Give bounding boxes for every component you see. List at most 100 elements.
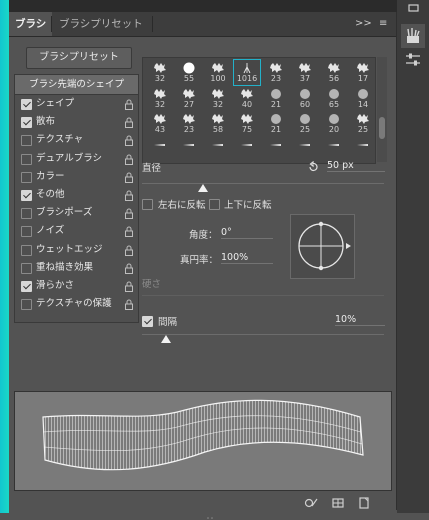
lock-icon[interactable] — [124, 117, 134, 129]
brush-tip-cell[interactable] — [205, 137, 231, 162]
option-checkbox[interactable] — [21, 262, 32, 274]
brush-option-item[interactable]: ノイズ — [15, 222, 138, 240]
new-brush-button[interactable] — [357, 495, 371, 509]
lock-icon[interactable] — [124, 208, 134, 220]
lock-icon[interactable] — [124, 172, 134, 183]
brush-tip-cell[interactable] — [263, 137, 289, 162]
brush-tip-shape-item[interactable]: ブラシ先端のシェイプ — [15, 75, 138, 95]
brush-tip-cell[interactable]: 21 — [263, 86, 289, 111]
option-checkbox[interactable] — [21, 99, 32, 110]
brush-tip-cell[interactable]: 65 — [321, 86, 347, 111]
brush-grid-scrollbar[interactable] — [377, 57, 387, 162]
brush-tip-cell[interactable] — [176, 137, 202, 162]
option-checkbox[interactable] — [21, 226, 32, 238]
option-checkbox[interactable] — [21, 153, 32, 165]
brush-tip-cell[interactable]: 20 — [321, 111, 347, 136]
flip-x-checkbox[interactable] — [142, 199, 153, 210]
brush-tip-cell[interactable]: 23 — [176, 111, 202, 136]
size-slider-knob[interactable] — [197, 184, 208, 192]
spacing-slider-track[interactable] — [142, 334, 384, 335]
spacing-checkbox[interactable] — [142, 316, 153, 327]
brush-tip-cell[interactable]: 60 — [292, 86, 318, 111]
brush-tip-cell[interactable]: 75 — [234, 111, 260, 136]
brush-tip-cell[interactable] — [321, 137, 347, 162]
brush-reset-icon[interactable] — [304, 495, 318, 509]
size-value[interactable]: 50 px — [327, 160, 385, 172]
grid-toggle-button[interactable] — [331, 495, 345, 509]
brush-settings-button[interactable] — [401, 48, 425, 72]
flip-y-checkbox[interactable] — [209, 199, 220, 210]
brush-option-item[interactable]: 滑らかさ — [15, 277, 138, 295]
brush-option-item[interactable]: デュアルブラシ — [15, 150, 138, 168]
brush-option-item[interactable]: ブラシポーズ — [15, 204, 138, 222]
brush-option-item[interactable]: シェイプ — [15, 95, 138, 113]
brush-tip-cell[interactable]: 43 — [147, 111, 173, 136]
option-label: ウェットエッジ — [36, 243, 103, 255]
tab-brush-presets[interactable]: ブラシプリセット — [53, 12, 149, 36]
brush-tip-cell[interactable]: 100 — [205, 60, 231, 85]
lock-icon[interactable] — [124, 154, 134, 165]
spacing-value[interactable]: 10% — [335, 314, 385, 326]
brush-presets-button[interactable]: ブラシプリセット — [26, 47, 132, 69]
option-checkbox[interactable] — [21, 244, 32, 256]
brush-tip-cell[interactable]: 25 — [292, 111, 318, 136]
brush-tip-cell[interactable]: 21 — [263, 111, 289, 136]
brush-option-item[interactable]: 散布 — [15, 113, 138, 131]
brush-tip-cell[interactable]: 56 — [321, 60, 347, 85]
brush-tip-cell[interactable] — [292, 137, 318, 162]
brush-option-item[interactable]: その他 — [15, 186, 138, 204]
brush-tip-cell[interactable]: 27 — [176, 86, 202, 111]
brush-tip-cell[interactable]: 32 — [147, 60, 173, 85]
brush-tip-cell[interactable] — [147, 137, 173, 162]
panel-menu-icon[interactable]: ≡ — [379, 12, 387, 36]
brush-tip-cell[interactable]: 32 — [147, 86, 173, 111]
option-checkbox[interactable] — [21, 189, 32, 201]
brush-tip-cell[interactable]: 1016 — [233, 59, 261, 86]
hardness-slider-track[interactable] — [142, 295, 384, 296]
brush-tip-cell[interactable]: 25 — [350, 111, 376, 136]
brush-panel-button[interactable] — [401, 24, 425, 48]
lock-icon[interactable] — [124, 245, 134, 256]
angle-value[interactable]: 0° — [221, 227, 273, 239]
brush-tip-cell[interactable]: 58 — [205, 111, 231, 136]
lock-icon[interactable] — [124, 263, 134, 274]
size-slider-track[interactable] — [142, 183, 384, 184]
brush-tip-cell[interactable]: 40 — [234, 86, 260, 111]
brush-option-item[interactable]: 重ね描き効果 — [15, 259, 138, 277]
option-checkbox[interactable] — [21, 171, 32, 183]
reset-size-icon[interactable] — [307, 161, 319, 173]
brush-tip-cell[interactable]: 55 — [176, 60, 202, 85]
brush-tip-cell[interactable] — [234, 137, 260, 162]
brush-option-item[interactable]: ウェットエッジ — [15, 241, 138, 259]
option-checkbox[interactable] — [21, 117, 32, 129]
brush-tip-cell[interactable]: 14 — [350, 86, 376, 111]
option-checkbox[interactable] — [21, 280, 32, 292]
brush-tip-icon — [154, 88, 166, 99]
resize-grip-icon[interactable] — [206, 516, 214, 520]
brush-tip-cell[interactable]: 37 — [292, 60, 318, 85]
brush-tip-cell[interactable]: 23 — [263, 60, 289, 85]
brush-option-item[interactable]: カラー — [15, 168, 138, 186]
sliders-icon — [406, 53, 420, 66]
roundness-value[interactable]: 100% — [221, 252, 273, 264]
brush-option-item[interactable]: テクスチャの保護 — [15, 295, 138, 313]
spacing-slider-knob[interactable] — [161, 335, 172, 343]
brush-tip-cell[interactable]: 32 — [205, 86, 231, 111]
option-checkbox[interactable] — [21, 299, 32, 311]
lock-icon[interactable] — [124, 226, 134, 238]
lock-icon[interactable] — [124, 135, 134, 147]
brush-tip-cell[interactable]: 17 — [350, 60, 376, 85]
scrollbar-thumb[interactable] — [379, 117, 385, 139]
option-checkbox[interactable] — [21, 208, 32, 220]
lock-icon[interactable] — [124, 281, 134, 292]
tab-brush[interactable]: ブラシ — [9, 12, 53, 36]
lock-icon[interactable] — [124, 299, 134, 311]
brush-tip-cell[interactable] — [350, 137, 376, 162]
collapse-icon[interactable]: >> — [355, 12, 372, 36]
option-checkbox[interactable] — [21, 135, 32, 147]
angle-roundness-widget[interactable] — [290, 214, 355, 279]
brush-option-item[interactable]: テクスチャ — [15, 131, 138, 149]
dock-top-icon[interactable] — [401, 0, 425, 24]
lock-icon[interactable] — [124, 99, 134, 110]
lock-icon[interactable] — [124, 190, 134, 201]
